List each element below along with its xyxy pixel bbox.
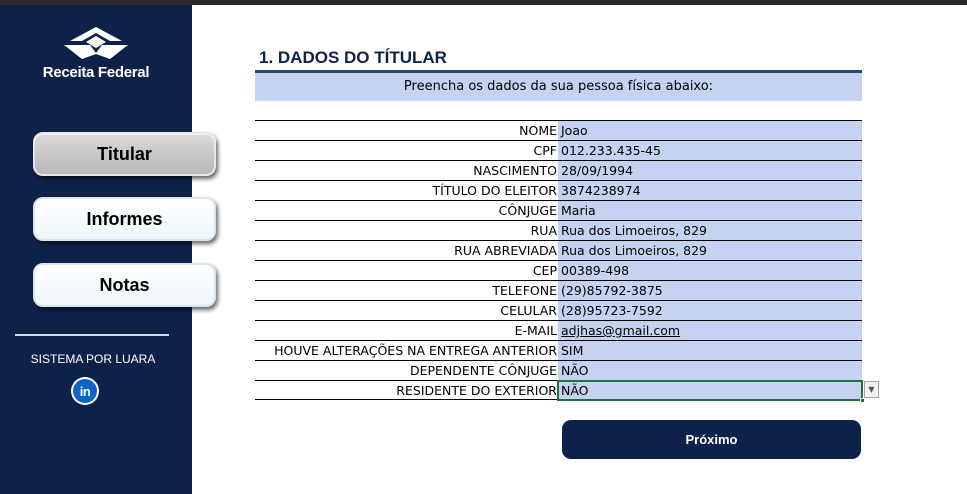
sidebar: Receita Federal Titular Informes Notas S… (0, 5, 216, 494)
residente-exterior-value: NÃO (561, 383, 589, 398)
form-row-rua-abreviada: RUA ABREVIADA Rua dos Limoeiros, 829 (255, 240, 862, 260)
cep-field[interactable]: 00389-498 (558, 261, 862, 280)
nome-field[interactable]: Joao (558, 121, 862, 140)
form-row-alteracoes: HOUVE ALTERAÇÕES NA ENTREGA ANTERIOR SIM (255, 340, 862, 360)
form-row-cpf: CPF 012.233.435-45 (255, 140, 862, 160)
field-label: CÔNJUGE (498, 203, 557, 218)
field-label: CEP (532, 263, 557, 278)
rua-abreviada-field[interactable]: Rua dos Limoeiros, 829 (558, 241, 862, 260)
nav-button-titular[interactable]: Titular (33, 132, 216, 176)
telefone-field[interactable]: (29)85792-3875 (558, 281, 862, 300)
field-label: DEPENDENTE CÔNJUGE (409, 363, 557, 378)
form-row-nome: NOME Joao (255, 120, 862, 140)
nav-button-notas[interactable]: Notas (33, 263, 216, 307)
email-field[interactable]: adjhas@gmail.com (558, 321, 862, 340)
field-label: RESIDENTE DO EXTERIOR (396, 383, 557, 398)
titulo-eleitor-field[interactable]: 3874238974 (558, 181, 862, 200)
fill-handle[interactable] (860, 398, 865, 403)
form-row-nascimento: NASCIMENTO 28/09/1994 (255, 160, 862, 180)
residente-exterior-select[interactable]: NÃO (557, 380, 865, 403)
form-row-dependente-conjuge: DEPENDENTE CÔNJUGE NÃO (255, 360, 862, 380)
celular-field[interactable]: (28)95723-7592 (558, 301, 862, 320)
titular-form: NOME Joao CPF 012.233.435-45 NASCIMENTO … (255, 120, 865, 403)
field-label: E-MAIL (514, 323, 557, 338)
alteracoes-field[interactable]: SIM (558, 341, 862, 360)
form-row-rua: RUA Rua dos Limoeiros, 829 (255, 220, 862, 240)
section-title: 1. DADOS DO TÍTULAR (259, 48, 447, 67)
form-row-celular: CELULAR (28)95723-7592 (255, 300, 862, 320)
field-label: RUA (530, 223, 557, 238)
form-row-telefone: TELEFONE (29)85792-3875 (255, 280, 862, 300)
receita-federal-logo: Receita Federal (28, 27, 164, 89)
form-row-conjuge: CÔNJUGE Maria (255, 200, 862, 220)
field-label: NOME (519, 123, 557, 138)
field-label: RUA ABREVIADA (454, 243, 557, 258)
field-label: CPF (533, 143, 557, 158)
dependente-conjuge-field[interactable]: NÃO (558, 361, 862, 380)
field-label: NASCIMENTO (473, 163, 557, 178)
conjuge-field[interactable]: Maria (558, 201, 862, 220)
form-row-residente-exterior: RESIDENTE DO EXTERIOR NÃO (255, 380, 865, 403)
form-row-email: E-MAIL adjhas@gmail.com (255, 320, 862, 340)
field-label: HOUVE ALTERAÇÕES NA ENTREGA ANTERIOR (274, 343, 557, 358)
nascimento-field[interactable]: 28/09/1994 (558, 161, 862, 180)
next-button[interactable]: Próximo (562, 420, 861, 459)
field-label: TELEFONE (492, 283, 557, 298)
field-label: TÍTULO DO ELEITOR (432, 183, 557, 198)
form-subtitle: Preencha os dados da sua pessoa física a… (255, 73, 862, 101)
logo-text: Receita Federal (42, 64, 150, 81)
linkedin-icon-label: in (73, 379, 97, 403)
credit-text: SISTEMA POR LUARA (30, 352, 156, 366)
nav-button-informes[interactable]: Informes (33, 197, 216, 241)
sidebar-divider (15, 334, 169, 336)
linkedin-icon[interactable]: in (71, 377, 99, 405)
form-row-titulo-eleitor: TÍTULO DO ELEITOR 3874238974 (255, 180, 862, 200)
field-label: CELULAR (500, 303, 557, 318)
rua-field[interactable]: Rua dos Limoeiros, 829 (558, 221, 862, 240)
chevron-down-icon[interactable]: ▼ (864, 381, 879, 398)
cpf-field[interactable]: 012.233.435-45 (558, 141, 862, 160)
receita-emblem-icon (64, 27, 128, 59)
form-row-cep: CEP 00389-498 (255, 260, 862, 280)
